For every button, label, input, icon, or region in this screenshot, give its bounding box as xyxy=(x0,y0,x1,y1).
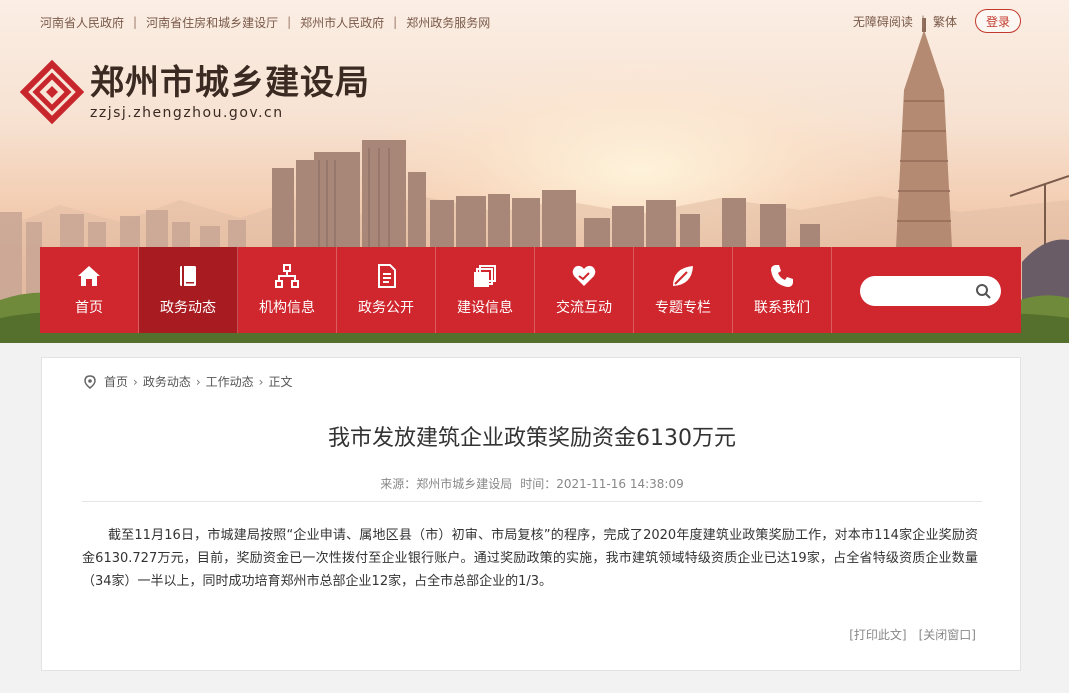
nav-label: 交流互动 xyxy=(556,300,612,316)
nav-item-organization[interactable]: 机构信息 xyxy=(238,247,337,333)
article-actions: [打印此文] [关闭窗口] xyxy=(837,626,976,643)
nav-label: 建设信息 xyxy=(457,300,513,316)
chevron-right-icon: › xyxy=(195,374,201,389)
article-meta: 来源：郑州市城乡建设局 时间：2021-11-16 14:38:09 xyxy=(42,475,1022,492)
site-domain: zzjsj.zhengzhou.gov.cn xyxy=(90,105,284,121)
search-input[interactable] xyxy=(870,278,970,304)
top-link-zhengzhou-service[interactable]: 郑州政务服务网 xyxy=(406,14,490,31)
header-tools: 无障碍阅读 | 繁体 登录 xyxy=(853,9,1021,33)
home-icon xyxy=(78,266,100,286)
handshake-heart-icon xyxy=(572,265,596,286)
nav-label: 政务动态 xyxy=(160,300,216,316)
article-time: 时间：2021-11-16 14:38:09 xyxy=(520,477,684,491)
search-box xyxy=(860,276,1001,306)
article-title: 我市发放建筑企业政策奖励资金6130万元 xyxy=(328,426,736,451)
separator: | xyxy=(920,14,925,28)
top-link-henan-housing[interactable]: 河南省住房和城乡建设厅 xyxy=(146,14,278,31)
article-source: 来源：郑州市城乡建设局 xyxy=(380,477,513,491)
phone-icon xyxy=(771,265,793,287)
breadcrumb-government-news[interactable]: 政务动态 xyxy=(143,373,191,390)
main-navigation: 首页 政务动态 机构信息 政务公开 建设信息 交流互动 专题专栏 联系我们 xyxy=(40,247,1021,333)
site-logo[interactable]: 郑州市城乡建设局 zzjsj.zhengzhou.gov.cn xyxy=(20,60,370,124)
document-icon xyxy=(378,264,396,288)
breadcrumb-current: 正文 xyxy=(268,375,293,389)
separator: | xyxy=(287,15,292,29)
top-link-zhengzhou-gov[interactable]: 郑州市人民政府 xyxy=(300,14,384,31)
top-link-henan-gov[interactable]: 河南省人民政府 xyxy=(40,14,124,31)
breadcrumb: 首页 › 政务动态 › 工作动态 › 正文 xyxy=(84,373,293,390)
login-button[interactable]: 登录 xyxy=(975,9,1021,33)
stack-icon xyxy=(474,265,496,287)
divider xyxy=(82,501,982,502)
nav-label: 政务公开 xyxy=(358,300,414,316)
leaf-icon xyxy=(673,266,693,286)
nav-label: 首页 xyxy=(75,300,103,316)
nav-label: 联系我们 xyxy=(754,300,810,316)
nav-item-construction-info[interactable]: 建设信息 xyxy=(436,247,535,333)
chevron-right-icon: › xyxy=(133,374,138,389)
article-body: 截至11月16日，市城建局按照“企业申请、属地区县（市）初审、市局复核”的程序，… xyxy=(82,528,978,589)
nav-item-disclosure[interactable]: 政务公开 xyxy=(337,247,436,333)
top-links-bar: 河南省人民政府 | 河南省住房和城乡建设厅 | 郑州市人民政府 | 郑州政务服务… xyxy=(40,13,490,31)
org-chart-icon xyxy=(275,264,299,288)
separator: | xyxy=(393,15,398,29)
location-pin-icon xyxy=(84,374,96,389)
nav-item-contact[interactable]: 联系我们 xyxy=(733,247,832,333)
article-card: 首页 › 政务动态 › 工作动态 › 正文 我市发放建筑企业政策奖励资金6130… xyxy=(41,357,1021,671)
close-window-link[interactable]: [关闭窗口] xyxy=(919,626,976,643)
nav-label: 机构信息 xyxy=(259,300,315,316)
search-icon[interactable] xyxy=(975,283,991,299)
nav-item-home[interactable]: 首页 xyxy=(40,247,139,333)
breadcrumb-work-news[interactable]: 工作动态 xyxy=(206,373,254,390)
book-icon xyxy=(180,266,196,286)
nav-label: 专题专栏 xyxy=(655,300,711,316)
nav-item-special-topics[interactable]: 专题专栏 xyxy=(634,247,733,333)
accessibility-link[interactable]: 无障碍阅读 xyxy=(853,13,913,30)
breadcrumb-home[interactable]: 首页 xyxy=(104,373,128,390)
logo-diamond-icon xyxy=(20,60,84,124)
site-title: 郑州市城乡建设局 xyxy=(90,63,370,103)
traditional-chinese-link[interactable]: 繁体 xyxy=(933,13,957,30)
separator: | xyxy=(133,15,138,29)
chevron-right-icon: › xyxy=(258,374,264,389)
nav-item-interaction[interactable]: 交流互动 xyxy=(535,247,634,333)
header-banner: 河南省人民政府 | 河南省住房和城乡建设厅 | 郑州市人民政府 | 郑州政务服务… xyxy=(0,0,1069,343)
nav-item-government-news[interactable]: 政务动态 xyxy=(139,247,238,333)
print-article-link[interactable]: [打印此文] xyxy=(849,626,906,643)
